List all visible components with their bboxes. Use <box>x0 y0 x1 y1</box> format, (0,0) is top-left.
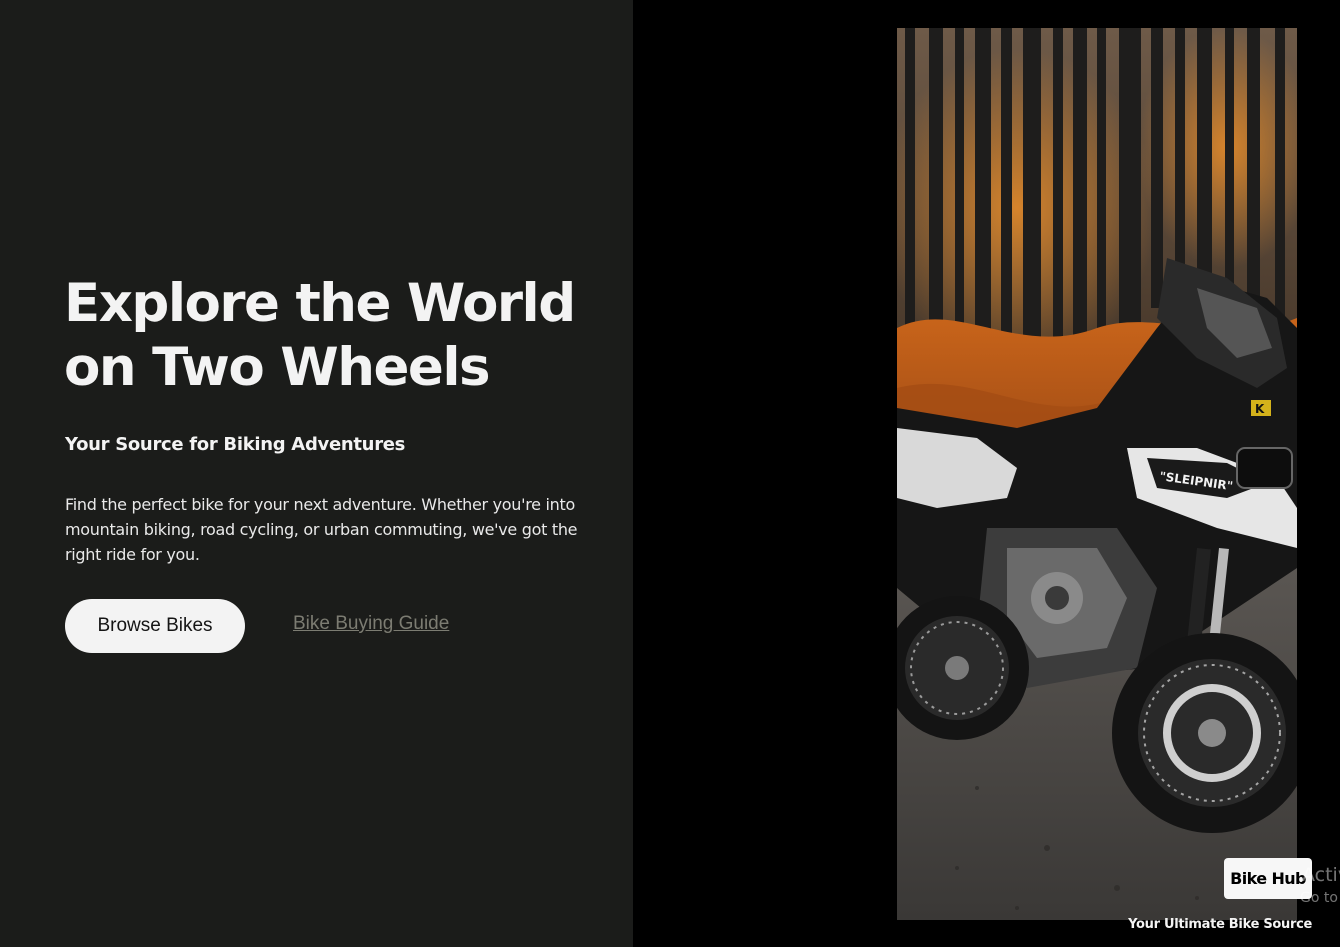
hero-title: Explore the World on Two Wheels <box>64 272 604 400</box>
browse-bikes-button[interactable]: Browse Bikes <box>65 599 245 653</box>
motorcycle-photo: "SLEIPNIR" K <box>897 28 1297 920</box>
watermark-line-2: Go to <box>1300 890 1338 906</box>
brand-tagline: Your Ultimate Bike Source <box>1128 917 1312 932</box>
hero-title-line-2: on Two Wheels <box>64 337 491 398</box>
hero-title-line-1: Explore the World <box>64 273 576 334</box>
os-activation-watermark: Activ Go to <box>1300 864 1340 914</box>
hero-subtitle: Your Source for Biking Adventures <box>65 434 406 455</box>
hero-description: Find the perfect bike for your next adve… <box>65 495 578 564</box>
hero-text-panel: Explore the World on Two Wheels Your Sou… <box>0 0 633 947</box>
bike-buying-guide-link[interactable]: Bike Buying Guide <box>293 613 449 635</box>
fork-badge-text: K <box>1255 402 1265 416</box>
brand-logo-badge[interactable]: Bike Hub <box>1224 858 1312 899</box>
watermark-line-1: Activ <box>1302 864 1340 886</box>
